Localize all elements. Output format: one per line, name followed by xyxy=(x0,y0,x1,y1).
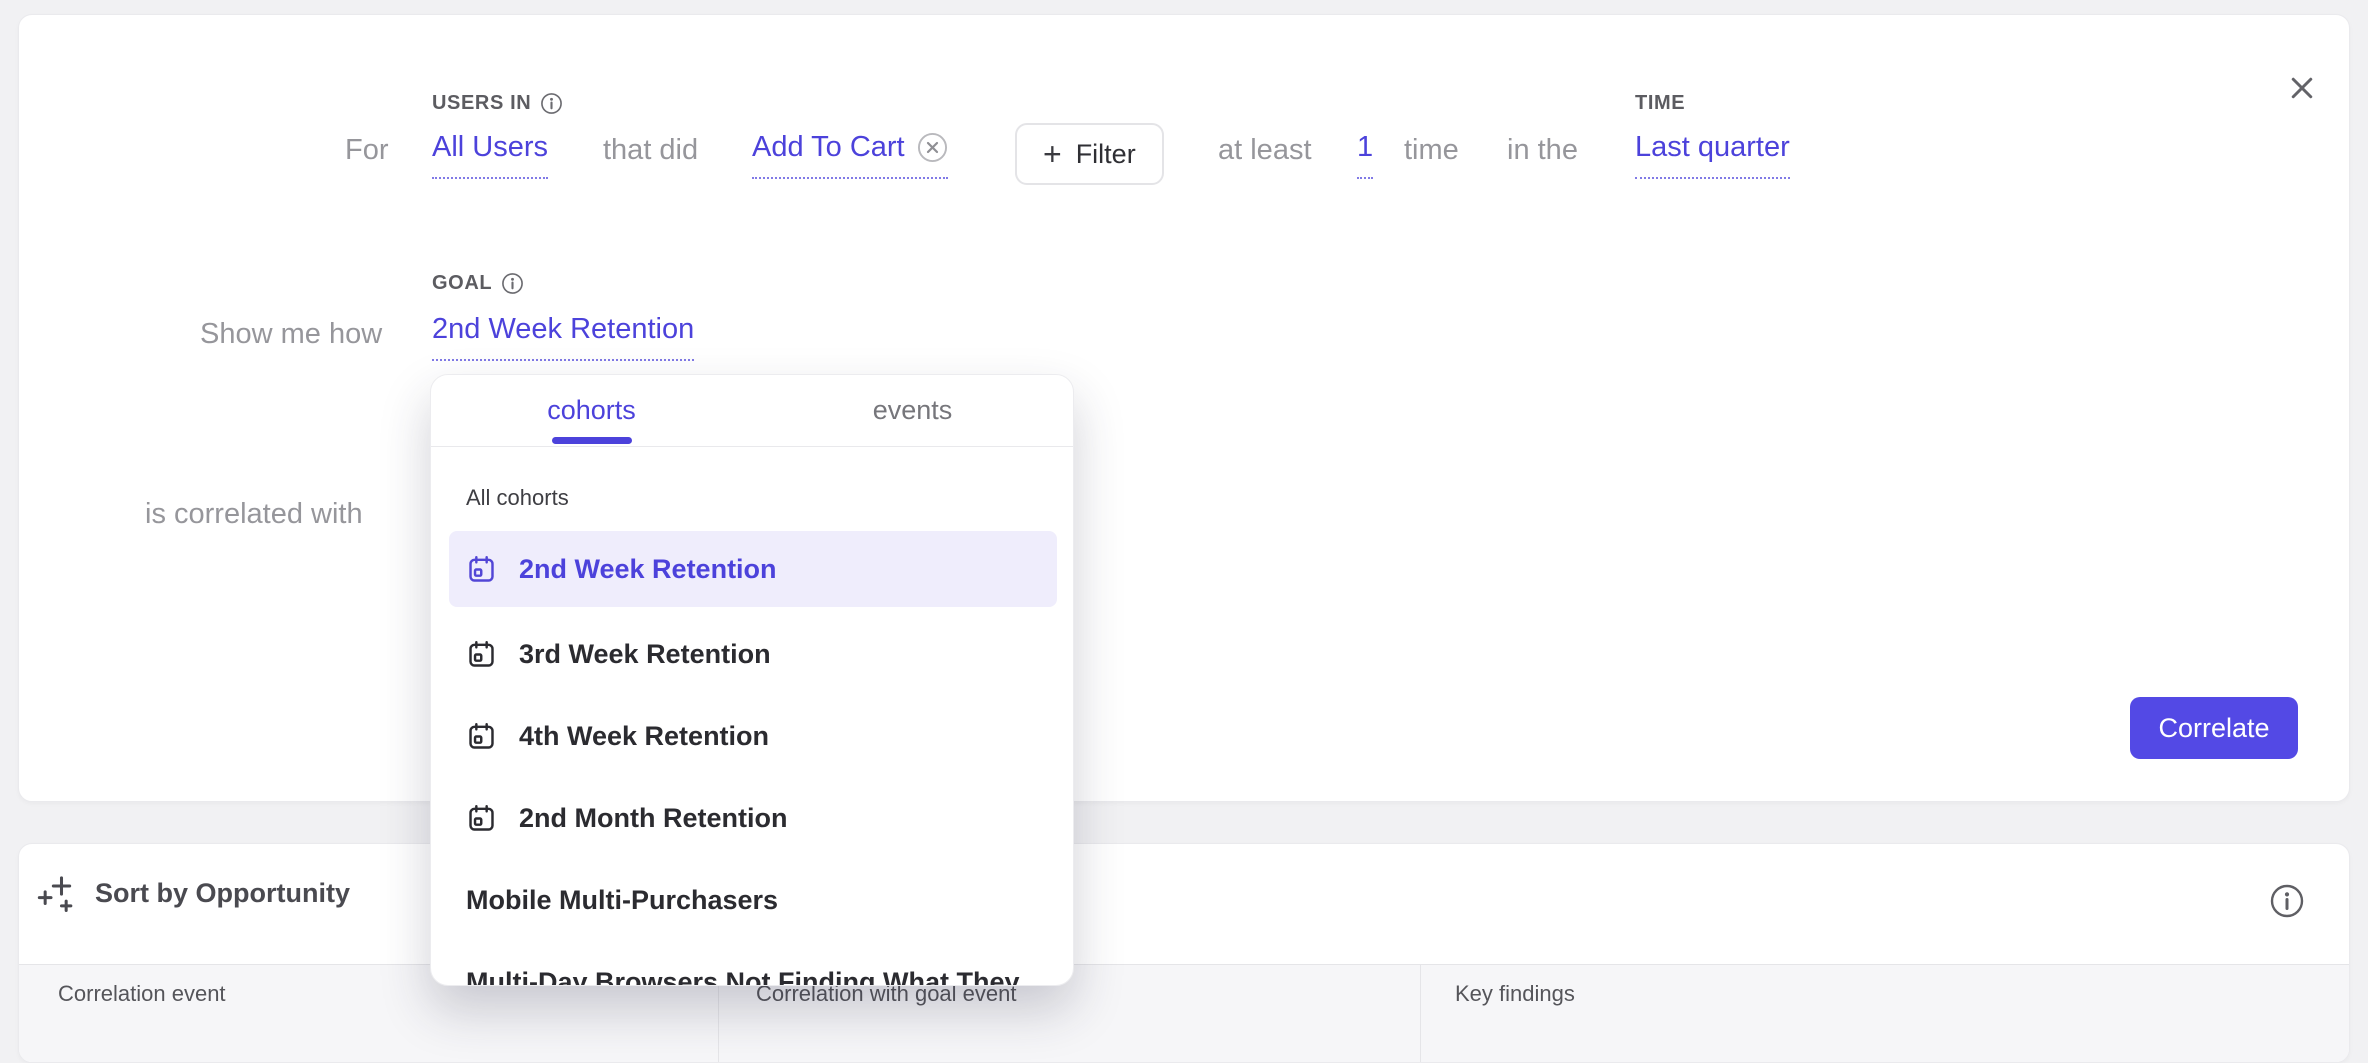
list-item[interactable]: 4th Week Retention xyxy=(449,695,1057,777)
event-selector-value: Add To Cart xyxy=(752,131,905,164)
plus-icon: + xyxy=(1043,138,1062,170)
correlation-builder-page: For USERS IN All Users that did Add To C… xyxy=(0,0,2368,1008)
dropdown-section-label: All cohorts xyxy=(466,485,569,511)
goal-section-text: GOAL xyxy=(432,272,492,295)
calendar-icon xyxy=(466,639,497,670)
correlate-button[interactable]: Correlate xyxy=(2130,697,2298,759)
column-header-correlation-event: Correlation event xyxy=(58,981,226,1007)
sort-by-opportunity-button[interactable]: Sort by Opportunity xyxy=(37,872,350,914)
list-item[interactable]: 3rd Week Retention xyxy=(449,613,1057,695)
sort-by-opportunity-label: Sort by Opportunity xyxy=(95,878,350,909)
that-did-label: that did xyxy=(603,134,698,167)
info-icon[interactable] xyxy=(540,92,563,115)
event-selector[interactable]: Add To Cart xyxy=(752,131,948,179)
list-item-label: Multi-Day Browsers Not Finding What They xyxy=(466,967,1020,987)
close-button[interactable] xyxy=(2279,65,2325,111)
column-header-key-findings: Key findings xyxy=(1455,981,1575,1007)
for-label: For xyxy=(345,134,389,167)
column-divider xyxy=(1420,965,1421,1063)
list-item-label: 2nd Month Retention xyxy=(519,803,787,834)
goal-selector[interactable]: 2nd Week Retention xyxy=(432,313,694,361)
count-selector-value: 1 xyxy=(1357,131,1373,164)
users-in-text: USERS IN xyxy=(432,92,531,115)
time-range-value: Last quarter xyxy=(1635,131,1790,164)
remove-event-icon[interactable] xyxy=(917,132,948,163)
add-filter-button[interactable]: + Filter xyxy=(1015,123,1164,185)
time-section-label: TIME xyxy=(1635,92,1685,115)
list-item[interactable]: 2nd Month Retention xyxy=(449,777,1057,859)
query-builder-card xyxy=(18,14,2350,802)
sparkle-sort-icon xyxy=(37,872,79,914)
calendar-icon xyxy=(466,554,497,585)
list-item-label: 4th Week Retention xyxy=(519,721,769,752)
list-item[interactable]: Mobile Multi-Purchasers xyxy=(449,859,1057,941)
cohort-selector[interactable]: All Users xyxy=(432,131,548,179)
add-filter-label: Filter xyxy=(1076,139,1136,170)
list-item-label: 3rd Week Retention xyxy=(519,639,771,670)
tab-cohorts[interactable]: cohorts xyxy=(431,375,752,446)
results-panel: Correlation event Correlation with goal … xyxy=(18,843,2350,1063)
active-tab-indicator xyxy=(552,437,632,444)
time-section-text: TIME xyxy=(1635,92,1685,115)
panel-info-button[interactable] xyxy=(2264,878,2310,924)
count-selector[interactable]: 1 xyxy=(1357,131,1373,179)
show-me-how-label: Show me how xyxy=(200,318,382,351)
info-icon xyxy=(2269,883,2305,919)
cohort-selector-value: All Users xyxy=(432,131,548,164)
tab-events[interactable]: events xyxy=(752,375,1073,446)
dropdown-tabs: cohorts events xyxy=(431,375,1073,447)
is-correlated-with-label: is correlated with xyxy=(145,498,363,531)
results-table-header: Correlation event Correlation with goal … xyxy=(19,964,2349,1063)
goal-section-label: GOAL xyxy=(432,272,524,295)
in-the-label: in the xyxy=(1507,134,1578,167)
goal-selector-value: 2nd Week Retention xyxy=(432,313,694,346)
close-icon xyxy=(2287,73,2317,103)
list-item[interactable]: 2nd Week Retention xyxy=(449,531,1057,607)
list-item-label: Mobile Multi-Purchasers xyxy=(466,885,778,916)
time-word-label: time xyxy=(1404,134,1459,167)
at-least-label: at least xyxy=(1218,134,1312,167)
users-in-section-label: USERS IN xyxy=(432,92,563,115)
calendar-icon xyxy=(466,721,497,752)
calendar-icon xyxy=(466,803,497,834)
time-range-selector[interactable]: Last quarter xyxy=(1635,131,1790,179)
list-item-label: 2nd Week Retention xyxy=(519,554,777,585)
goal-picker-dropdown: cohorts events All cohorts 2nd Week Rete… xyxy=(430,374,1074,986)
list-item[interactable]: Multi-Day Browsers Not Finding What They xyxy=(449,941,1057,986)
info-icon[interactable] xyxy=(501,272,524,295)
